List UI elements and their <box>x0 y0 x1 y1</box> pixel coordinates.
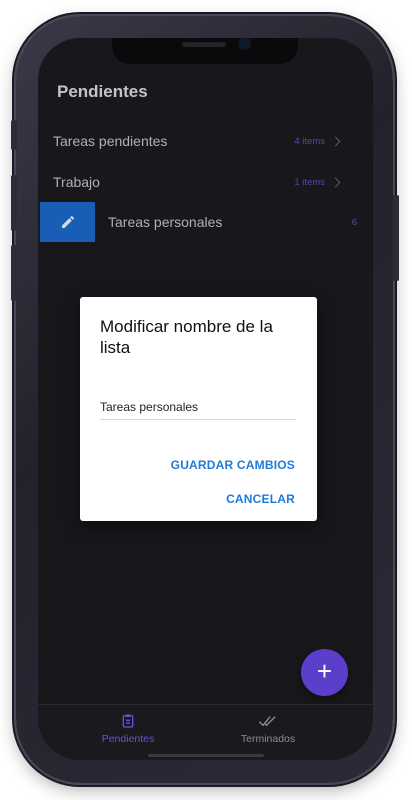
plus-icon: + <box>316 656 333 686</box>
save-changes-button[interactable]: GUARDAR CAMBIOS <box>171 458 295 472</box>
power-button <box>393 195 399 281</box>
dialog-title: Modificar nombre de la lista <box>100 317 273 357</box>
clipboard-icon <box>122 714 134 728</box>
home-indicator <box>148 754 264 757</box>
add-list-button[interactable]: + <box>301 649 348 696</box>
tab-pendientes[interactable]: Pendientes <box>68 713 188 745</box>
tab-label: Terminados <box>240 733 296 745</box>
volume-down-button <box>11 245 17 301</box>
volume-up-button <box>11 175 17 231</box>
app-screen: Pendientes Tareas pendientes 4 items Tra… <box>38 38 373 760</box>
cancel-button[interactable]: CANCELAR <box>226 492 295 506</box>
bottom-tab-bar: Pendientes Terminados <box>38 704 373 760</box>
rename-list-dialog: Modificar nombre de la lista GUARDAR CAM… <box>80 297 317 521</box>
tab-terminados[interactable]: Terminados <box>208 713 328 745</box>
list-name-input[interactable] <box>100 395 296 420</box>
mute-switch <box>11 120 17 150</box>
double-check-icon <box>258 716 276 727</box>
tab-label: Pendientes <box>101 733 155 745</box>
